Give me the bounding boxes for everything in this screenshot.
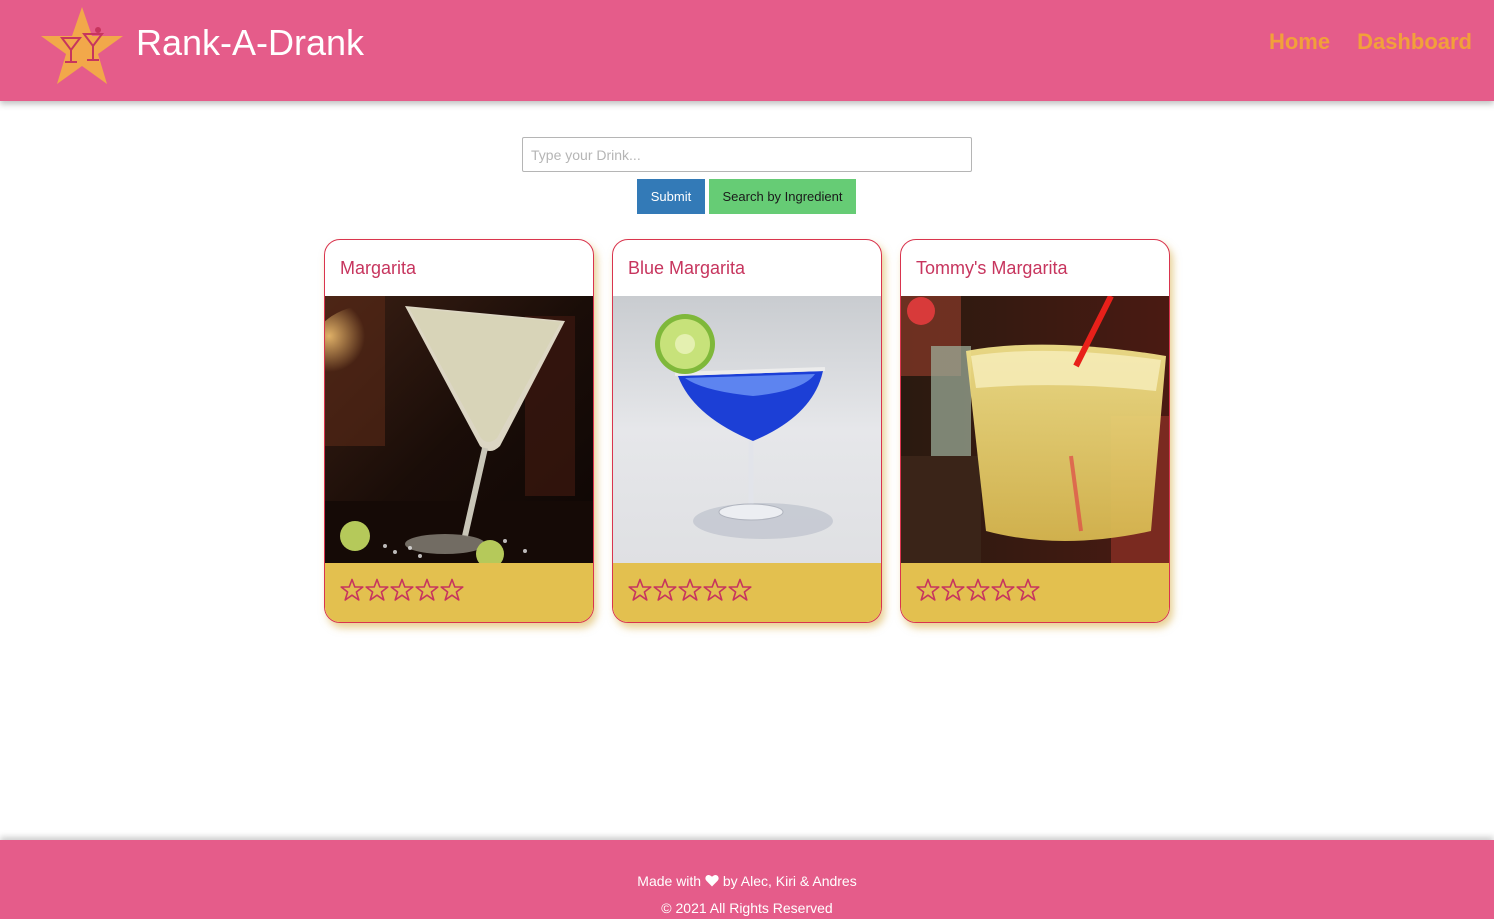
- star-outline-icon[interactable]: [1016, 578, 1040, 602]
- star-outline-icon[interactable]: [941, 578, 965, 602]
- drink-card-title[interactable]: Tommy's Margarita: [901, 240, 1169, 296]
- star-outline-icon[interactable]: [628, 578, 652, 602]
- star-outline-icon[interactable]: [440, 578, 464, 602]
- star-outline-icon[interactable]: [415, 578, 439, 602]
- rating-stars: [613, 563, 881, 622]
- nav-links: Home Dashboard: [1269, 29, 1472, 55]
- star-cocktail-logo-icon: [41, 7, 123, 84]
- drink-card-title[interactable]: Margarita: [325, 240, 593, 296]
- blue-margarita-photo[interactable]: [613, 296, 881, 563]
- tommys-margarita-photo[interactable]: [901, 296, 1169, 563]
- search-by-ingredient-button[interactable]: Search by Ingredient: [709, 179, 856, 214]
- brand[interactable]: Rank-A-Drank: [40, 6, 364, 86]
- star-outline-icon[interactable]: [653, 578, 677, 602]
- submit-button[interactable]: Submit: [637, 179, 705, 214]
- star-outline-icon[interactable]: [365, 578, 389, 602]
- star-outline-icon[interactable]: [991, 578, 1015, 602]
- footer-made-prefix: Made with: [637, 873, 702, 889]
- rating-stars: [325, 563, 593, 622]
- search-buttons: Submit Search by Ingredient: [637, 179, 856, 214]
- nav-home-link[interactable]: Home: [1269, 29, 1330, 55]
- footer-credits: Made with by Alec, Kiri & Andres: [0, 873, 1494, 889]
- drink-cards: Margarita Blue Margarita Tommy's Margari…: [324, 239, 1170, 623]
- drink-search-input[interactable]: [522, 137, 972, 172]
- star-outline-icon[interactable]: [703, 578, 727, 602]
- app-title: Rank-A-Drank: [136, 22, 365, 63]
- nav-dashboard-link[interactable]: Dashboard: [1357, 29, 1472, 55]
- drink-card[interactable]: Blue Margarita: [612, 239, 882, 623]
- footer-made-suffix: by Alec, Kiri & Andres: [722, 873, 857, 889]
- rating-stars: [901, 563, 1169, 622]
- footer: Made with by Alec, Kiri & Andres © 2021 …: [0, 840, 1494, 919]
- drink-card[interactable]: Tommy's Margarita: [900, 239, 1170, 623]
- heart-icon: [705, 874, 719, 887]
- star-outline-icon[interactable]: [678, 578, 702, 602]
- navbar: Rank-A-Drank Home Dashboard: [0, 0, 1494, 101]
- search-area: Submit Search by Ingredient: [522, 137, 972, 214]
- star-outline-icon[interactable]: [966, 578, 990, 602]
- star-outline-icon[interactable]: [340, 578, 364, 602]
- star-outline-icon[interactable]: [390, 578, 414, 602]
- drink-card-title[interactable]: Blue Margarita: [613, 240, 881, 296]
- star-outline-icon[interactable]: [728, 578, 752, 602]
- drink-card[interactable]: Margarita: [324, 239, 594, 623]
- star-outline-icon[interactable]: [916, 578, 940, 602]
- footer-copyright: © 2021 All Rights Reserved: [661, 900, 833, 916]
- margarita-photo[interactable]: [325, 296, 593, 563]
